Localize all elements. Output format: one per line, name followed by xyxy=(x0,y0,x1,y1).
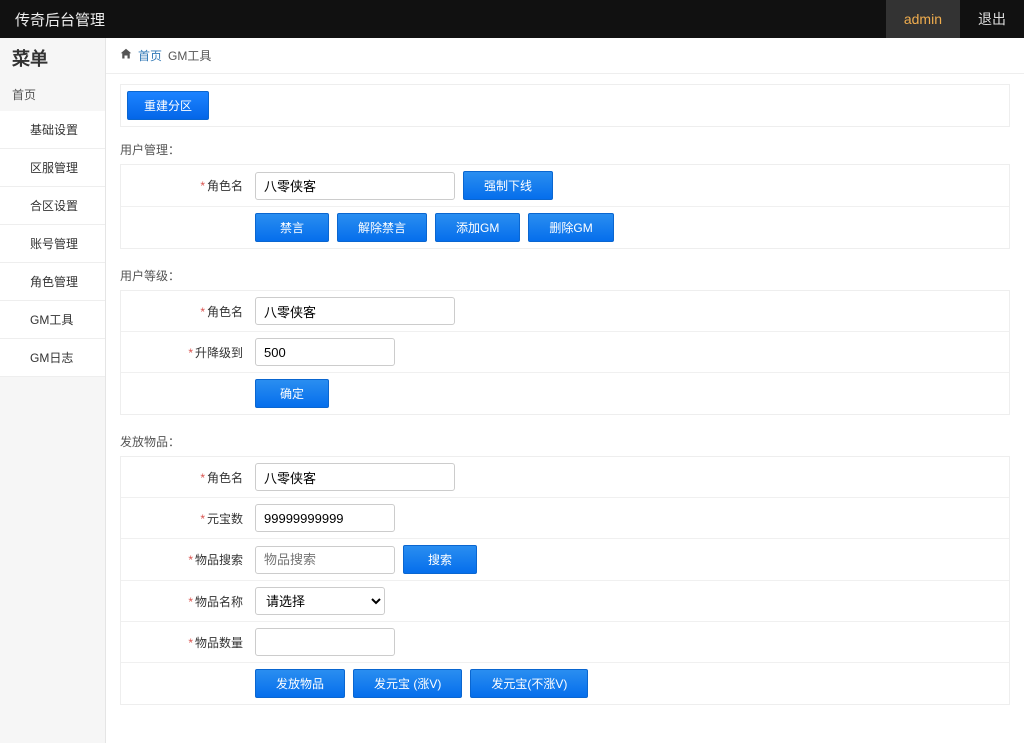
select-item-name[interactable]: 请选择 xyxy=(255,587,385,615)
label-item-search: 物品搜索 xyxy=(195,553,243,567)
rebuild-button[interactable]: 重建分区 xyxy=(127,91,209,120)
label-role2: 角色名 xyxy=(207,305,243,319)
send-gold-nov-button[interactable]: 发元宝(不涨V) xyxy=(470,669,588,698)
search-button[interactable]: 搜索 xyxy=(403,545,477,574)
send-gold-v-button[interactable]: 发元宝 (涨V) xyxy=(353,669,462,698)
label-item-count: 物品数量 xyxy=(195,636,243,650)
nav-user[interactable]: admin xyxy=(886,0,960,38)
app-brand: 传奇后台管理 xyxy=(15,9,105,30)
unmute-button[interactable]: 解除禁言 xyxy=(337,213,427,242)
section-user-level: 用户等级： xyxy=(120,267,1010,284)
mute-button[interactable]: 禁言 xyxy=(255,213,329,242)
label-role3: 角色名 xyxy=(207,471,243,485)
sidebar-item-gmtool[interactable]: GM工具 xyxy=(0,301,105,339)
input-role3[interactable] xyxy=(255,463,455,491)
breadcrumb-current: GM工具 xyxy=(168,47,211,64)
user-manage-form: *角色名 强制下线 禁言 解除禁言 添加GM 删除GM xyxy=(120,164,1010,249)
add-gm-button[interactable]: 添加GM xyxy=(435,213,520,242)
sidebar-title: 菜单 xyxy=(0,38,105,78)
input-role1[interactable] xyxy=(255,172,455,200)
send-item-button[interactable]: 发放物品 xyxy=(255,669,345,698)
label-role1: 角色名 xyxy=(207,179,243,193)
section-send-item: 发放物品： xyxy=(120,433,1010,450)
content: 首页 GM工具 重建分区 用户管理： *角色名 强制下线 禁言 解除禁言 添加G… xyxy=(106,38,1024,743)
user-level-form: *角色名 *升降级到 确定 xyxy=(120,290,1010,415)
force-offline-button[interactable]: 强制下线 xyxy=(463,171,553,200)
sidebar-item-gmlog[interactable]: GM日志 xyxy=(0,339,105,377)
del-gm-button[interactable]: 删除GM xyxy=(528,213,613,242)
input-gold[interactable] xyxy=(255,504,395,532)
breadcrumb: 首页 GM工具 xyxy=(106,38,1024,74)
confirm-button[interactable]: 确定 xyxy=(255,379,329,408)
sidebar: 菜单 首页 基础设置 区服管理 合区设置 账号管理 角色管理 GM工具 GM日志 xyxy=(0,38,106,743)
input-item-count[interactable] xyxy=(255,628,395,656)
top-nav: 传奇后台管理 admin 退出 xyxy=(0,0,1024,38)
sidebar-item-basic[interactable]: 基础设置 xyxy=(0,111,105,149)
input-level[interactable] xyxy=(255,338,395,366)
breadcrumb-home[interactable]: 首页 xyxy=(138,47,162,64)
label-levelto: 升降级到 xyxy=(195,346,243,360)
section-user-manage: 用户管理： xyxy=(120,141,1010,158)
input-item-search[interactable] xyxy=(255,546,395,574)
sidebar-item-zone[interactable]: 区服管理 xyxy=(0,149,105,187)
sidebar-home[interactable]: 首页 xyxy=(0,78,105,111)
home-icon xyxy=(120,48,132,63)
nav-logout[interactable]: 退出 xyxy=(960,0,1024,38)
label-item-name: 物品名称 xyxy=(195,595,243,609)
sidebar-item-merge[interactable]: 合区设置 xyxy=(0,187,105,225)
input-role2[interactable] xyxy=(255,297,455,325)
rebuild-panel: 重建分区 xyxy=(120,84,1010,127)
sidebar-item-role[interactable]: 角色管理 xyxy=(0,263,105,301)
label-gold: 元宝数 xyxy=(207,512,243,526)
send-item-form: *角色名 *元宝数 *物品搜索 搜索 *物品名称 xyxy=(120,456,1010,705)
sidebar-item-account[interactable]: 账号管理 xyxy=(0,225,105,263)
